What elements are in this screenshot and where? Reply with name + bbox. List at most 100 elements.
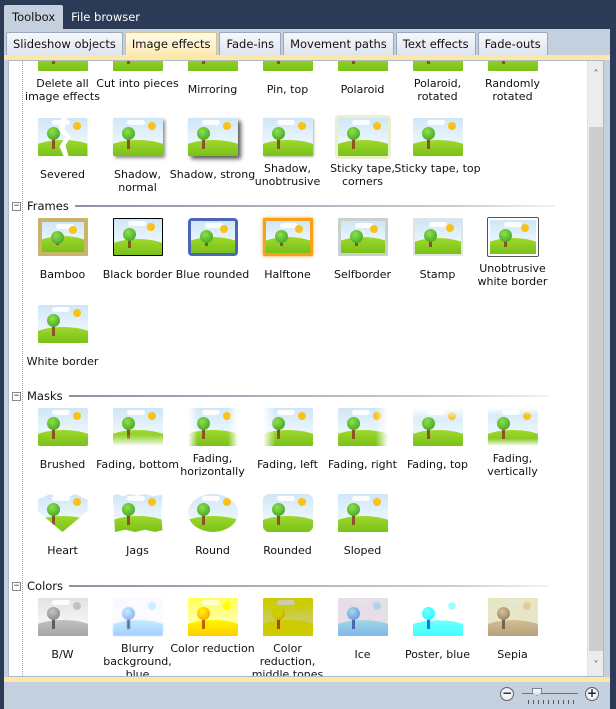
effect-item[interactable]: Black border [100,218,175,281]
fading-horizontally-icon [187,408,238,446]
effects-list: − Frames − Masks − Colors ˄ ˅ Delete all… [8,60,604,677]
effect-label: Ice [354,648,371,661]
effect-item[interactable]: Sticky tape, top [394,118,481,175]
tab-slideshow-objects[interactable]: Slideshow objects [6,32,123,55]
effect-item[interactable]: Mirroring [175,61,250,96]
effect-item[interactable]: Polaroid, rotated [400,61,475,103]
effect-item[interactable]: Brushed [25,408,100,471]
sloped-mask-icon [337,494,388,532]
effect-item[interactable]: Sticky tape, corners [325,115,400,188]
effect-label: Bamboo [39,268,86,281]
effect-item[interactable]: Fading, top [400,408,475,471]
stamp-icon [412,218,463,256]
effect-item[interactable]: Rounded [250,494,325,557]
severed-icon [37,118,88,156]
effect-item[interactable]: Polaroid [325,61,400,96]
effect-item[interactable]: Fading, left [250,408,325,471]
effect-item[interactable]: Randomly rotated [475,61,550,103]
collapse-icon[interactable]: − [12,201,21,211]
effect-item[interactable]: Blue rounded [175,218,250,281]
effect-label: Shadow, strong [169,168,256,181]
scroll-up-icon[interactable]: ˄ [588,67,603,83]
effect-label: Fading, horizontally [180,452,245,478]
scrollbar-thumb[interactable] [589,127,603,651]
section-header-frames[interactable]: − Frames [12,199,555,213]
effect-label: Fading, left [257,458,318,471]
effect-item[interactable]: B/W [25,598,100,661]
scroll-down-icon[interactable]: ˅ [588,658,603,674]
effect-item[interactable]: Shadow, strong [170,118,255,181]
fading-right-icon [337,408,388,446]
effect-item[interactable]: Shadow, unobtrusive [250,118,325,188]
effect-item[interactable]: Cut into pieces [96,61,179,90]
effect-label: Polaroid, rotated [413,77,462,103]
halftone-icon [262,218,313,256]
effect-item[interactable]: Ice [325,598,400,661]
effect-item[interactable]: Bamboo [25,218,100,281]
outer-tab-bar: Toolbox File browser [4,5,148,29]
section-title: Masks [27,389,63,403]
zoom-out-icon[interactable]: − [500,687,514,701]
effect-label: Rounded [263,544,312,557]
effect-item[interactable]: Jags [100,494,175,557]
effect-label: Fading, vertically [487,452,538,478]
effect-item[interactable]: Blurry background, blue [100,598,175,676]
effect-item[interactable]: Color reduction, middle tones [250,598,325,676]
effect-label: Blurry background, blue [103,642,172,677]
tab-fade-outs[interactable]: Fade-outs [477,32,548,55]
delete-effects-icon [37,61,88,71]
effect-item[interactable]: Severed [25,118,100,181]
effect-item[interactable]: White border [25,305,100,368]
collapse-icon[interactable]: − [12,391,21,401]
tab-file-browser[interactable]: File browser [63,5,148,29]
tab-fade-ins[interactable]: Fade-ins [219,32,282,55]
effect-label: Black border [102,268,173,281]
effect-item[interactable]: Halftone [250,218,325,281]
zoom-slider-handle[interactable] [532,688,542,696]
section-divider [69,585,550,587]
effect-item[interactable]: Fading, horizontally [175,408,250,478]
effect-item[interactable]: Poster, blue [400,598,475,661]
sticky-tape-top-icon [412,118,463,156]
section-header-masks[interactable]: − Masks [12,389,549,403]
round-mask-icon [187,494,238,532]
zoom-slider-track[interactable] [522,693,578,694]
effect-item[interactable]: Unobtrusive white border [475,217,550,288]
sepia-icon [487,598,538,636]
fading-left-icon [262,408,313,446]
effect-label: Randomly rotated [484,77,541,103]
effect-item[interactable]: Color reduction [170,598,255,655]
tab-text-effects[interactable]: Text effects [395,32,476,55]
tab-toolbox[interactable]: Toolbox [4,5,64,29]
collapse-icon[interactable]: − [12,581,21,591]
tab-movement-paths[interactable]: Movement paths [283,32,394,55]
tab-image-effects[interactable]: Image effects [124,32,218,55]
effect-label: Heart [47,544,78,557]
effect-item[interactable]: Fading, right [325,408,400,471]
effect-label: Jags [126,544,149,557]
section-divider [68,395,549,397]
inner-tab-bar: Slideshow objects Image effects Fade-ins… [6,32,550,55]
bw-icon [37,598,88,636]
effect-item[interactable]: Heart [25,494,100,557]
vertical-scrollbar[interactable]: ˄ ˅ [587,61,603,676]
effect-label: Stamp [419,268,456,281]
effect-item[interactable]: Shadow, normal [100,118,175,194]
section-title: Colors [27,579,64,593]
effect-label: Cut into pieces [96,77,179,90]
section-header-colors[interactable]: − Colors [12,579,550,593]
effect-item[interactable]: Round [175,494,250,557]
effect-item[interactable]: Selfborder [325,218,400,281]
effect-label: Sepia [497,648,528,661]
effect-item[interactable]: Sepia [475,598,550,661]
effect-item[interactable]: Pin, top [250,61,325,96]
section-title: Frames [27,199,69,213]
effect-item[interactable]: Fading, bottom [96,408,179,471]
brushed-mask-icon [37,408,88,446]
effect-item[interactable]: Fading, vertically [475,408,550,478]
zoom-in-icon[interactable]: + [585,687,599,701]
effect-item[interactable]: Delete all image effects [25,61,100,103]
effect-item[interactable]: Sloped [325,494,400,557]
effect-label: Shadow, normal [114,168,161,194]
effect-item[interactable]: Stamp [400,218,475,281]
